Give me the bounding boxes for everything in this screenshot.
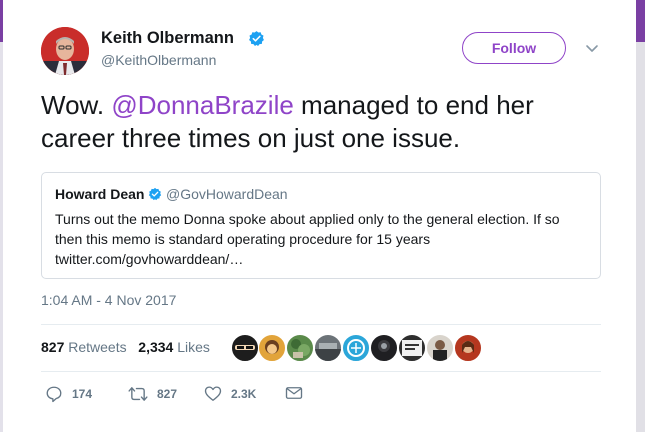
liker-avatar[interactable] (370, 334, 398, 362)
likes-count: 2,334 (138, 339, 174, 355)
engagement-stats: 827 Retweets 2,334 Likes (41, 339, 210, 355)
quoted-author-handle: @GovHowardDean (166, 186, 288, 202)
follow-button[interactable]: Follow (462, 32, 566, 64)
liker-avatar[interactable] (258, 334, 286, 362)
liker-avatar[interactable] (286, 334, 314, 362)
reply-count: 174 (72, 387, 93, 401)
reply-icon (46, 386, 62, 403)
tweet-timestamp[interactable]: 1:04 AM - 4 Nov 2017 (41, 292, 176, 308)
liker-avatar[interactable] (231, 334, 259, 362)
retweets-stat[interactable]: 827 Retweets (41, 339, 127, 355)
like-action[interactable]: 2.3K (204, 385, 256, 402)
retweet-action[interactable]: 827 (128, 385, 177, 403)
quoted-tweet-text: Turns out the memo Donna spoke about app… (55, 209, 590, 269)
liker-avatar[interactable] (314, 334, 342, 362)
liker-avatar[interactable] (342, 334, 370, 362)
likes-label: Likes (177, 339, 210, 355)
quoted-tweet[interactable]: Howard Dean @GovHowardDean Turns out the… (41, 172, 601, 279)
like-count: 2.3K (231, 386, 257, 401)
window-frame-right (636, 0, 645, 432)
tweet-text: Wow. @DonnaBrazile managed to end her ca… (41, 89, 601, 155)
divider (41, 371, 601, 372)
divider (41, 324, 601, 325)
verified-badge-icon (148, 187, 162, 201)
quoted-author-name: Howard Dean (55, 186, 145, 202)
verified-badge-icon (249, 31, 264, 46)
tweet-text-pre: Wow. (41, 90, 112, 120)
author-avatar[interactable] (41, 27, 89, 75)
author-handle[interactable]: @KeithOlbermann (101, 52, 216, 68)
liker-avatar[interactable] (454, 334, 482, 362)
author-name[interactable]: Keith Olbermann (101, 29, 234, 48)
liker-avatar[interactable] (398, 334, 426, 362)
liker-avatar[interactable] (426, 334, 454, 362)
mention-link[interactable]: @DonnaBrazile (111, 90, 293, 120)
quoted-link: twitter.com/govhowarddean/… (55, 251, 244, 267)
quoted-text-line: Turns out the memo Donna spoke about app… (55, 211, 560, 227)
window-frame-accent-left (0, 0, 3, 42)
direct-message-icon (285, 387, 303, 399)
retweet-count: 827 (157, 387, 178, 401)
likes-stat[interactable]: 2,334 Likes (138, 339, 210, 355)
retweets-label: Retweets (68, 339, 127, 355)
chevron-down-icon[interactable] (584, 40, 600, 56)
direct-message-action[interactable] (285, 385, 303, 401)
like-heart-icon (204, 386, 222, 401)
window-frame-accent-right (636, 0, 645, 42)
quoted-text-line: then this memo is standard operating pro… (55, 231, 431, 247)
retweet-icon (128, 387, 148, 401)
retweets-count: 827 (41, 339, 65, 355)
window-frame-left (0, 0, 3, 432)
reply-action[interactable]: 174 (45, 385, 92, 403)
